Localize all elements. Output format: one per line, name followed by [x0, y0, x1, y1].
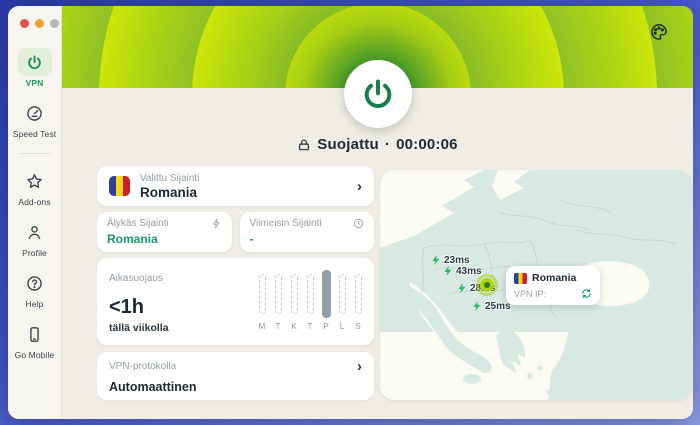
chevron-right-icon: ›	[357, 359, 362, 374]
day-bar: T	[306, 270, 314, 331]
sidebar-item-label: Profile	[22, 248, 47, 258]
tooltip-country: Romania	[532, 272, 576, 284]
sidebar-item-vpn[interactable]: VPN	[8, 48, 61, 88]
status-separator: ·	[385, 136, 390, 153]
sidebar-item-label: Speed Test	[13, 129, 56, 139]
close-button[interactable]	[20, 19, 29, 28]
last-location-value: -	[250, 232, 365, 246]
app-window: VPN Speed Test Add-ons	[8, 6, 693, 419]
time-protection-label: Aikasuojaus	[109, 273, 163, 284]
cards-column: Valittu Sijainti Romania › Älykäs Sijain…	[97, 166, 374, 400]
main-area: Suojattu · 00:00:06 Valittu Sijainti Rom…	[62, 6, 693, 419]
question-icon	[18, 269, 52, 297]
minimize-button[interactable]	[35, 19, 44, 28]
smart-location-card[interactable]: Älykäs Sijainti Romania	[97, 212, 232, 252]
tooltip-ip-label: VPN IP:	[514, 289, 546, 299]
day-bar: S	[354, 270, 362, 331]
server-tooltip: Romania VPN IP:	[506, 266, 600, 305]
location-cards-row: Älykäs Sijainti Romania Viimeisin Sijain…	[97, 212, 374, 252]
lightning-bolt-icon	[442, 265, 454, 277]
clock-icon	[353, 218, 364, 229]
sidebar-item-speed-test[interactable]: Speed Test	[8, 99, 61, 139]
sidebar-item-add-ons[interactable]: Add-ons	[8, 167, 61, 207]
lightning-bolt-icon	[471, 300, 483, 312]
selected-location-card[interactable]: Valittu Sijainti Romania ›	[97, 166, 374, 206]
connect-power-button[interactable]	[344, 60, 412, 128]
time-protection-subtitle: tällä viikolla	[109, 322, 169, 334]
romania-flag-icon	[514, 273, 527, 284]
sidebar-divider	[20, 153, 50, 154]
sidebar-item-label: Add-ons	[18, 197, 50, 207]
lightning-icon	[211, 218, 222, 229]
ping-value: 23ms	[444, 255, 470, 266]
sidebar-nav: VPN Speed Test Add-ons	[8, 48, 61, 371]
phone-icon	[18, 320, 52, 348]
weekly-usage-chart: M T K T P L S	[258, 270, 362, 331]
ping-value: 25ms	[485, 301, 511, 312]
window-controls	[8, 6, 61, 28]
lightning-bolt-icon	[430, 254, 442, 266]
day-bar: P	[322, 270, 330, 331]
selected-location-value: Romania	[140, 185, 347, 200]
selected-location-label: Valittu Sijainti	[140, 173, 347, 184]
status-label: Suojattu	[317, 136, 379, 153]
ping-marker: 25ms	[471, 300, 511, 312]
day-bar: M	[258, 270, 266, 331]
sidebar-item-help[interactable]: Help	[8, 269, 61, 309]
vpn-protocol-card[interactable]: VPN-protokolla › Automaattinen	[97, 352, 374, 400]
power-icon	[361, 77, 395, 111]
day-bar: T	[274, 270, 282, 331]
lightning-bolt-icon	[456, 282, 468, 294]
last-location-label: Viimeisin Sijainti	[250, 218, 322, 229]
vpn-protocol-label: VPN-protokolla	[109, 361, 176, 372]
refresh-icon[interactable]	[581, 288, 592, 299]
zoom-button[interactable]	[50, 19, 59, 28]
theme-palette-icon[interactable]	[649, 22, 671, 44]
star-icon	[18, 167, 52, 195]
smart-location-label: Älykäs Sijainti	[107, 218, 169, 229]
sidebar: VPN Speed Test Add-ons	[8, 6, 62, 419]
lock-icon	[297, 138, 311, 152]
session-timer: 00:00:06	[396, 136, 458, 153]
last-location-card[interactable]: Viimeisin Sijainti -	[240, 212, 375, 252]
sidebar-item-label: VPN	[26, 78, 44, 88]
time-protection-card[interactable]: Aikasuojaus <1h tällä viikolla M T K T P…	[97, 258, 374, 345]
sidebar-item-profile[interactable]: Profile	[8, 218, 61, 258]
chevron-right-icon: ›	[357, 179, 362, 194]
day-bar: K	[290, 270, 298, 331]
person-icon	[18, 218, 52, 246]
sidebar-item-label: Help	[26, 299, 44, 309]
speedometer-icon	[18, 99, 52, 127]
sidebar-item-label: Go Mobile	[15, 350, 55, 360]
romania-flag-icon	[109, 176, 130, 196]
time-protection-value: <1h	[109, 296, 144, 319]
day-bar: L	[338, 270, 346, 331]
connection-status: Suojattu · 00:00:06	[62, 136, 693, 153]
vpn-protocol-value: Automaattinen	[109, 380, 362, 394]
map-panel[interactable]: 23ms 43ms 28ms 25ms Romania	[380, 170, 692, 400]
sidebar-item-go-mobile[interactable]: Go Mobile	[8, 320, 61, 360]
connected-location-marker	[476, 274, 498, 296]
power-icon	[18, 48, 52, 76]
smart-location-value: Romania	[107, 232, 222, 246]
